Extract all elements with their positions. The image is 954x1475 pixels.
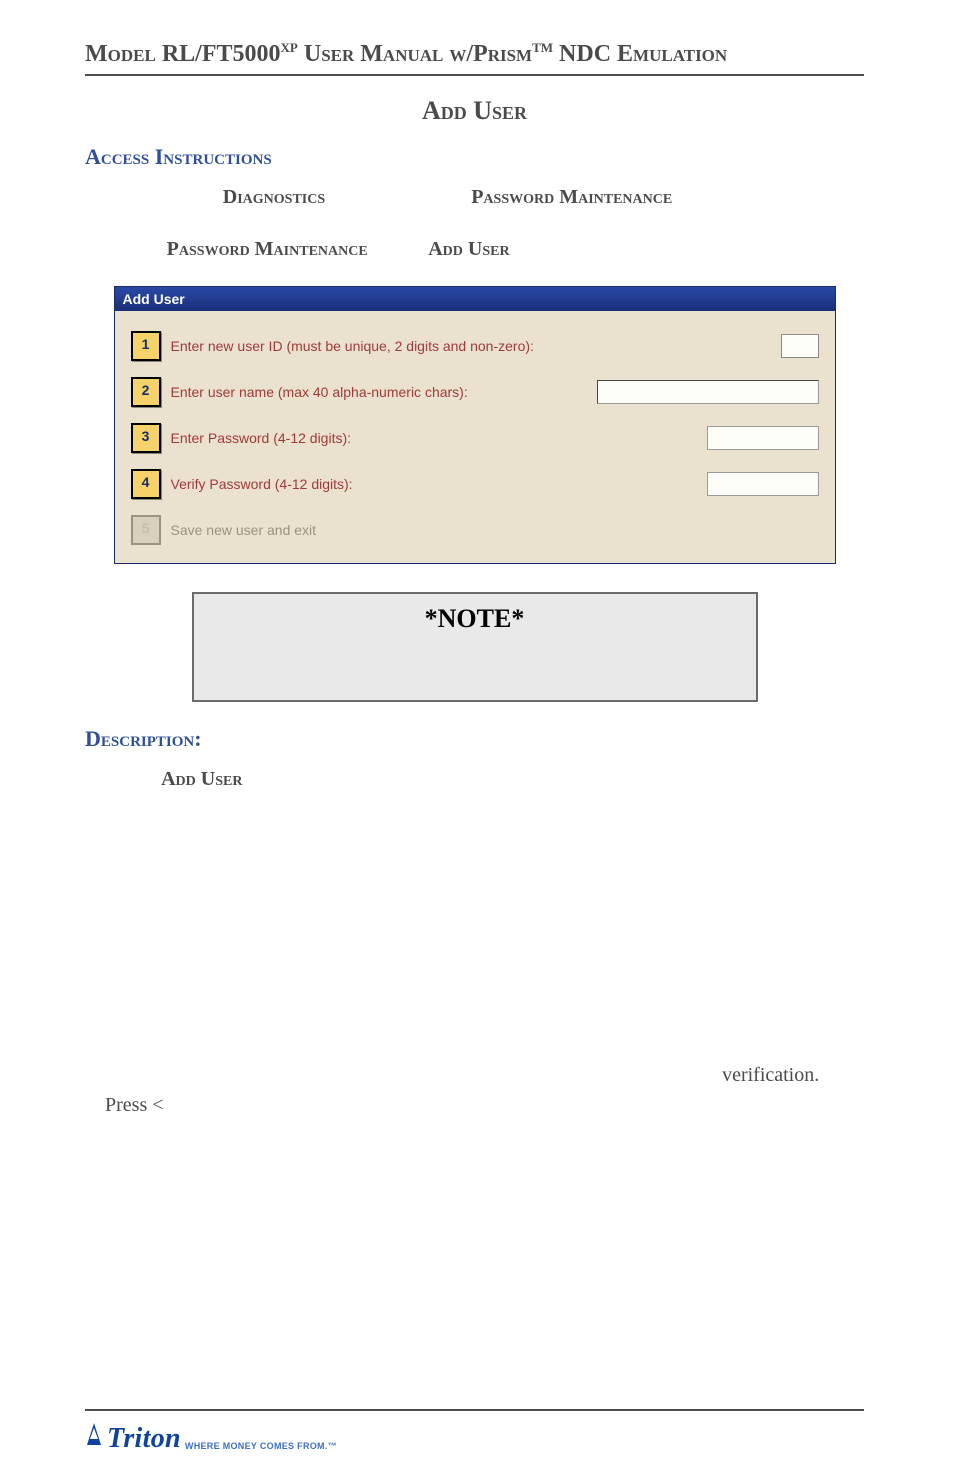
header-xp: XP — [281, 40, 298, 55]
option-4-button[interactable]: 4 — [131, 469, 161, 499]
page-footer: Triton WHERE MONEY COMES FROM.™ 74 — [85, 1409, 864, 1455]
option-1-button[interactable]: 1 — [131, 331, 161, 361]
form-row-password: 3 Enter Password (4-12 digits): — [127, 415, 823, 461]
password-maintenance-label-2: Password Maintenance — [167, 238, 368, 260]
form-row-user-name: 2 Enter user name (max 40 alpha-numeric … — [127, 369, 823, 415]
form-row-save: 5 Save new user and exit — [127, 507, 823, 553]
triton-logo: Triton WHERE MONEY COMES FROM.™ — [85, 1421, 337, 1455]
note-title: *NOTE* — [210, 604, 740, 634]
header-tm: TM — [532, 40, 553, 55]
form-row-user-id: 1 Enter new user ID (must be unique, 2 d… — [127, 323, 823, 369]
prompt-user-name: Enter user name (max 40 alpha-numeric ch… — [171, 384, 587, 400]
add-user-window-body: 1 Enter new user ID (must be unique, 2 d… — [115, 311, 835, 563]
verify-password-input[interactable] — [707, 472, 819, 496]
description-heading: Description: — [85, 726, 864, 752]
triton-logo-tagline: WHERE MONEY COMES FROM.™ — [185, 1441, 337, 1451]
option-5-button: 5 — [131, 515, 161, 545]
user-name-input[interactable] — [597, 380, 819, 404]
password-input[interactable] — [707, 426, 819, 450]
page-number: 74 — [845, 1427, 864, 1449]
access-step-2: 2. In Password Maintenance, select Add U… — [125, 234, 864, 264]
note-body: Only the Master user can add a user and … — [210, 644, 740, 668]
prompt-save: Save new user and exit — [171, 522, 819, 538]
access-instructions-heading: Access Instructions — [85, 144, 864, 170]
header-suffix: NDC Emulation — [553, 41, 727, 67]
option-2-button[interactable]: 2 — [131, 377, 161, 407]
description-step-3: Enter a 4-12 digit password for new user… — [105, 1016, 864, 1046]
add-user-window-title: Add User — [115, 287, 835, 311]
header-mid: User Manual w/Prism — [298, 41, 532, 67]
diagnostics-label: Diagnostics — [223, 186, 330, 208]
option-3-button[interactable]: 3 — [131, 423, 161, 453]
user-id-input[interactable] — [781, 334, 819, 358]
description-paragraph: The Add User function allows adding a ne… — [125, 764, 844, 854]
triton-logo-icon — [85, 1421, 103, 1447]
add-user-window: Add User 1 Enter new user ID (must be un… — [114, 286, 836, 564]
prompt-password: Enter Password (4-12 digits): — [171, 430, 697, 446]
add-user-strong: Add User — [161, 768, 242, 790]
prompt-user-id: Enter new user ID (must be unique, 2 dig… — [171, 338, 771, 354]
triton-logo-text: Triton — [107, 1423, 181, 1455]
access-step-1: 1. From the Diagnostics screen, select t… — [125, 182, 864, 212]
page-title: Add User — [85, 96, 864, 126]
note-box: *NOTE* Only the Master user can add a us… — [192, 592, 758, 702]
description-step-1: Select option 1. A dialog prompts to ent… — [105, 868, 864, 958]
header-model-prefix: Model RL/FT5000 — [85, 41, 281, 67]
description-step-2: Enter user name (up to 40 characters). A… — [105, 972, 864, 1002]
doc-header: Model RL/FT5000XP User Manual w/PrismTM … — [85, 40, 864, 76]
add-user-label: Add User — [428, 238, 509, 260]
form-row-verify-password: 4 Verify Password (4-12 digits): — [127, 461, 823, 507]
prompt-verify-password: Verify Password (4-12 digits): — [171, 476, 697, 492]
password-maintenance-label: Password Maintenance — [471, 186, 672, 208]
description-step-4: This option re-enters the password enter… — [105, 1060, 864, 1120]
